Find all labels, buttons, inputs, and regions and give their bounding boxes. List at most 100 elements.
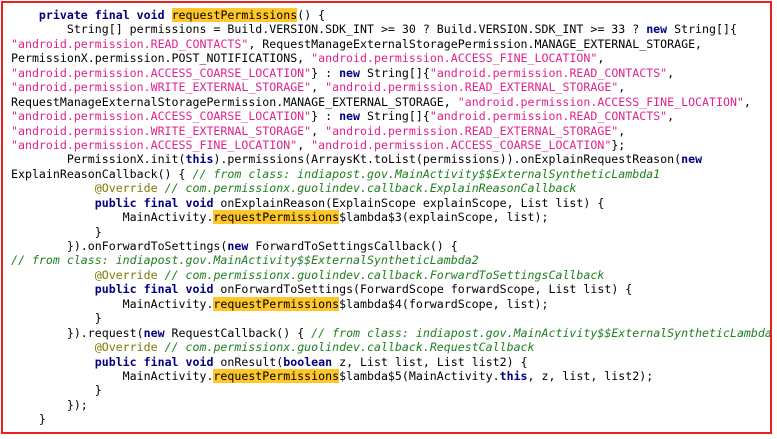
code-comment: // com.permissionx.guolindev.callback.Fo… — [164, 267, 605, 282]
code-line: "android.permission.WRITE_EXTERNAL_STORA… — [11, 123, 770, 138]
code-text: , — [618, 123, 626, 138]
annotation-token: @Override — [94, 340, 158, 355]
code-text: , — [667, 109, 675, 124]
string-literal: "android.permission.ACCESS_COARSE_LOCATI… — [311, 137, 612, 152]
code-text: , — [311, 80, 326, 95]
code-line: @Override // com.permissionx.guolindev.c… — [11, 340, 770, 355]
keyword-token: this — [185, 152, 214, 167]
code-text: , — [743, 94, 751, 109]
code-line: }).onForwardToSettings(new ForwardToSett… — [11, 239, 770, 253]
string-literal: "android.permission.READ_CONTACTS" — [11, 36, 249, 51]
code-line: private final void requestPermissions() … — [11, 8, 770, 22]
code-block: private final void requestPermissions () … — [11, 8, 772, 427]
string-literal: "android.permission.READ_EXTERNAL_STORAG… — [325, 80, 619, 95]
code-text: $lambda$3(explainScope, list); — [339, 210, 549, 225]
keyword-token: new — [339, 65, 361, 80]
code-line: PermissionX.permission.POST_NOTIFICATION… — [11, 51, 770, 66]
code-text: , — [597, 51, 605, 66]
annotation-token: @Override — [94, 181, 158, 196]
keyword-token: this — [499, 368, 528, 383]
keyword-token: new — [227, 239, 249, 253]
code-text: $lambda$4(forwardScope, list); — [339, 296, 549, 311]
code-text: } : — [311, 109, 340, 124]
code-text: z, List list, List list2) { — [332, 354, 528, 369]
code-line: @Override // com.permissionx.guolindev.c… — [11, 267, 770, 282]
string-literal: "android.permission.WRITE_EXTERNAL_STORA… — [11, 80, 312, 95]
code-text: String[]{ — [360, 109, 430, 124]
code-text: () { — [297, 8, 326, 22]
code-line: @Override // com.permissionx.guolindev.c… — [11, 181, 770, 196]
code-text: , RequestManageExternalStoragePermission… — [248, 36, 703, 51]
keyword-token: void — [136, 8, 165, 22]
code-text: , — [311, 123, 326, 138]
annotation-token: @Override — [94, 267, 158, 282]
code-text: , — [667, 65, 675, 80]
code-line: public final void onExplainReason(Explai… — [11, 195, 770, 210]
code-text: MainActivity. — [11, 296, 214, 311]
code-text: String[] permissions = Build.VERSION.SDK… — [11, 22, 647, 37]
code-text: , — [297, 137, 312, 152]
search-highlight: requestPermissions — [213, 296, 340, 311]
search-highlight: requestPermissions — [213, 368, 340, 383]
code-text: ExplainReasonCallback() { — [11, 166, 193, 181]
code-comment: // com.permissionx.guolindev.callback.Re… — [164, 340, 535, 355]
code-text: } : — [311, 65, 340, 80]
code-line: "android.permission.READ_CONTACTS", Requ… — [11, 36, 770, 51]
code-text: PermissionX.init( — [11, 152, 186, 167]
code-text: onResult( — [213, 354, 284, 369]
code-text: } — [11, 412, 46, 427]
code-text: }).onForwardToSettings( — [11, 239, 228, 253]
code-text: } — [11, 383, 102, 398]
code-line: }); — [11, 397, 770, 412]
keyword-token: final — [143, 195, 179, 210]
keyword-token: void — [185, 282, 214, 297]
string-literal: "android.permission.ACCESS_FINE_LOCATION… — [311, 51, 598, 66]
code-line: // from class: indiapost.gov.MainActivit… — [11, 253, 770, 267]
keyword-token: final — [143, 354, 179, 369]
code-line: public final void onForwardToSettings(Fo… — [11, 282, 770, 297]
code-line: }).request(new RequestCallback() { // fr… — [11, 325, 772, 340]
code-text: } — [11, 311, 102, 326]
search-highlight: requestPermissions — [213, 210, 340, 225]
code-text: onExplainReason(ExplainScope explainScop… — [213, 195, 605, 210]
string-literal: "android.permission.ACCESS_FINE_LOCATION… — [11, 137, 298, 152]
code-text: ).permissions(ArraysKt.toList(permission… — [213, 152, 682, 167]
code-line: } — [11, 383, 770, 398]
code-text: String[]{ — [360, 65, 430, 80]
code-text: ForwardToSettingsCallback() { — [248, 239, 458, 253]
code-text: onForwardToSettings(ForwardScope forward… — [213, 282, 633, 297]
code-comment: // com.permissionx.guolindev.callback.Ex… — [164, 181, 577, 196]
string-literal: "android.permission.WRITE_EXTERNAL_STORA… — [11, 123, 312, 138]
keyword-token: final — [94, 8, 130, 22]
keyword-token: void — [185, 354, 214, 369]
code-text: , — [618, 80, 626, 95]
keyword-token: new — [143, 325, 165, 340]
code-comment: // from class: indiapost.gov.MainActivit… — [311, 325, 772, 340]
string-literal: "android.permission.ACCESS_FINE_LOCATION… — [457, 94, 744, 109]
string-literal: "android.permission.READ_CONTACTS" — [429, 65, 668, 80]
code-text: MainActivity. — [11, 368, 214, 383]
keyword-token: private — [38, 8, 88, 22]
code-text: }); — [11, 397, 88, 412]
code-line: PermissionX.init(this).permissions(Array… — [11, 152, 770, 167]
keyword-token: new — [339, 109, 361, 124]
code-line: "android.permission.ACCESS_COARSE_LOCATI… — [11, 65, 770, 80]
code-line: MainActivity.requestPermissions$lambda$5… — [11, 368, 770, 383]
code-text: RequestManageExternalStoragePermission.M… — [11, 94, 458, 109]
keyword-token: public — [94, 354, 137, 369]
keyword-token: new — [646, 22, 668, 37]
